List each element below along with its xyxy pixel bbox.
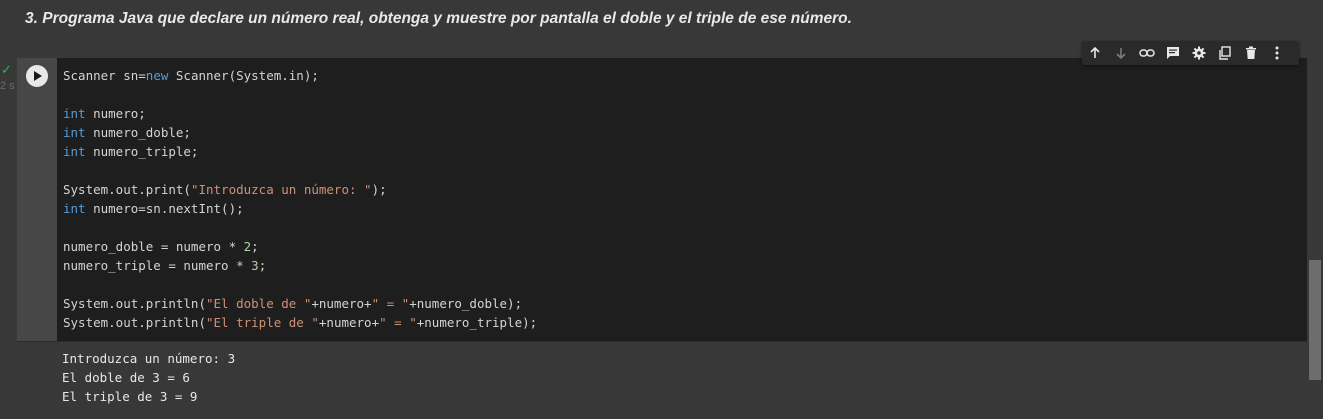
trash-icon[interactable] <box>1238 41 1264 65</box>
code-token: Scanner(System.in); <box>168 68 319 83</box>
output-line: El triple de 3 = 9 <box>62 389 198 404</box>
code-content[interactable]: Scanner sn=new Scanner(System.in); int nu… <box>63 66 537 332</box>
gear-icon[interactable] <box>1186 41 1212 65</box>
code-token: numero; <box>85 106 146 121</box>
code-line: int numero; <box>63 104 537 123</box>
arrow-up-icon[interactable] <box>1082 41 1108 65</box>
code-token: numero_doble; <box>85 125 191 140</box>
section-heading: 3. Programa Java que declare un número r… <box>25 10 852 27</box>
code-token: numero_doble = numero * <box>63 239 244 254</box>
code-string: "El doble de " <box>206 296 312 311</box>
code-string: " = " <box>371 296 410 311</box>
cell-gutter <box>17 58 57 341</box>
code-token: System.out.println( <box>63 296 206 311</box>
code-token: ); <box>371 182 387 197</box>
execution-time: 2 s <box>0 80 15 92</box>
code-line: System.out.println("El triple de "+numer… <box>63 313 537 332</box>
run-cell-button[interactable] <box>26 65 48 87</box>
more-vert-icon[interactable] <box>1264 41 1290 65</box>
code-token: Scanner sn= <box>63 68 146 83</box>
execution-success-icon: ✓ <box>1 62 12 77</box>
code-token: +numero_triple); <box>416 315 538 330</box>
code-keyword: int <box>63 125 86 140</box>
code-line: System.out.print("Introduzca un número: … <box>63 180 537 199</box>
code-keyword: new <box>145 68 169 83</box>
link-icon[interactable] <box>1134 41 1160 65</box>
output-line: Introduzca un número: 3 <box>62 351 236 366</box>
cell-toolbar <box>1082 41 1299 65</box>
cell-output: Introduzca un número: 3 El doble de 3 = 6… <box>62 349 235 406</box>
code-line: Scanner sn=new Scanner(System.in); <box>63 66 537 85</box>
output-line: El doble de 3 = 6 <box>62 370 190 385</box>
code-keyword: int <box>63 144 86 159</box>
code-number: 3 <box>251 258 259 273</box>
code-token: numero_triple = numero * <box>63 258 252 273</box>
code-token: numero=sn.nextInt(); <box>85 201 244 216</box>
code-token: +numero_doble); <box>409 296 523 311</box>
code-line: System.out.println("El doble de "+numero… <box>63 294 537 313</box>
code-string: "Introduzca un número: " <box>190 182 372 197</box>
mirror-cell-icon[interactable] <box>1212 41 1238 65</box>
code-keyword: int <box>63 201 86 216</box>
code-line: int numero_doble; <box>63 123 537 142</box>
page-scrollbar[interactable] <box>1309 260 1321 380</box>
code-line: int numero=sn.nextInt(); <box>63 199 537 218</box>
code-token: +numero+ <box>311 296 372 311</box>
code-token: ; <box>258 258 267 273</box>
comment-icon[interactable] <box>1160 41 1186 65</box>
code-line: numero_doble = numero * 2; <box>63 237 537 256</box>
code-string: "El triple de " <box>206 315 319 330</box>
code-token: System.out.println( <box>63 315 206 330</box>
code-line: numero_triple = numero * 3; <box>63 256 537 275</box>
code-line: int numero_triple; <box>63 142 537 161</box>
code-token: ; <box>251 239 259 254</box>
code-token: +numero+ <box>318 315 380 330</box>
code-keyword: int <box>63 106 86 121</box>
arrow-down-icon[interactable] <box>1108 41 1134 65</box>
code-token: System.out.print( <box>63 182 191 197</box>
code-string: " = " <box>379 315 417 330</box>
code-token: numero_triple; <box>85 144 199 159</box>
